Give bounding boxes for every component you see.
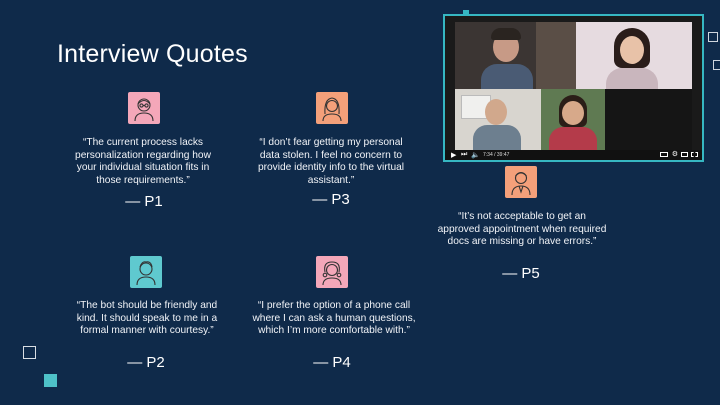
volume-icon[interactable]: 🔈 — [471, 151, 480, 159]
quote-p2-attribution: — P2 — [127, 354, 165, 371]
avatar-p2 — [130, 256, 162, 288]
quote-p1-attribution: — P1 — [125, 193, 163, 210]
quote-p3-text: “I don’t fear getting my personal data s… — [257, 137, 405, 186]
woman-glasses-icon — [134, 98, 154, 122]
decorative-tick — [463, 10, 469, 14]
quote-p2-text: “The bot should be friendly and kind. It… — [76, 300, 218, 336]
decorative-square-outline-right-2 — [713, 60, 720, 70]
decorative-square-outline-left — [23, 346, 36, 359]
page-title: Interview Quotes — [57, 40, 248, 68]
settings-gear-icon[interactable]: ⚙ — [672, 150, 678, 158]
video-time-label: 7:34 / 39:47 — [483, 152, 510, 158]
avatar-p5 — [505, 166, 537, 198]
woman-long-hair-icon — [322, 97, 342, 122]
miniplayer-icon[interactable] — [681, 152, 688, 157]
next-icon[interactable]: ⏭ — [461, 151, 467, 159]
video-control-bar: ▶ ⏭ 🔈 7:34 / 39:47 ⚙ — [445, 150, 702, 160]
video-tile-participant-1 — [455, 22, 576, 89]
video-tile-participant-3 — [455, 89, 541, 150]
man-short-hair-icon — [136, 261, 156, 286]
avatar-p1 — [128, 92, 160, 124]
captions-icon[interactable] — [660, 152, 668, 157]
quote-p3-attribution: — P3 — [312, 191, 350, 208]
video-tile-empty — [605, 89, 692, 150]
video-tile-participant-2 — [576, 22, 692, 89]
play-icon[interactable]: ▶ — [451, 151, 456, 159]
video-tile-participant-4 — [541, 89, 605, 150]
fullscreen-icon[interactable] — [691, 152, 698, 157]
man-suit-icon — [511, 171, 531, 196]
video-player[interactable]: ▶ ⏭ 🔈 7:34 / 39:47 ⚙ — [443, 14, 704, 162]
avatar-p4 — [316, 256, 348, 288]
decorative-square-outline-right-1 — [708, 32, 718, 42]
quote-p5-text: “It’s not acceptable to get an approved … — [437, 211, 607, 247]
avatar-p3 — [316, 92, 348, 124]
quote-p1-text: “The current process lacks personalizati… — [75, 137, 211, 186]
quote-p4-text: “I prefer the option of a phone call whe… — [252, 300, 416, 336]
quote-p4-attribution: — P4 — [313, 354, 351, 371]
decorative-square-teal-left — [44, 374, 57, 387]
woman-curly-hair-icon — [322, 261, 342, 286]
quote-p5-attribution: — P5 — [502, 265, 540, 282]
